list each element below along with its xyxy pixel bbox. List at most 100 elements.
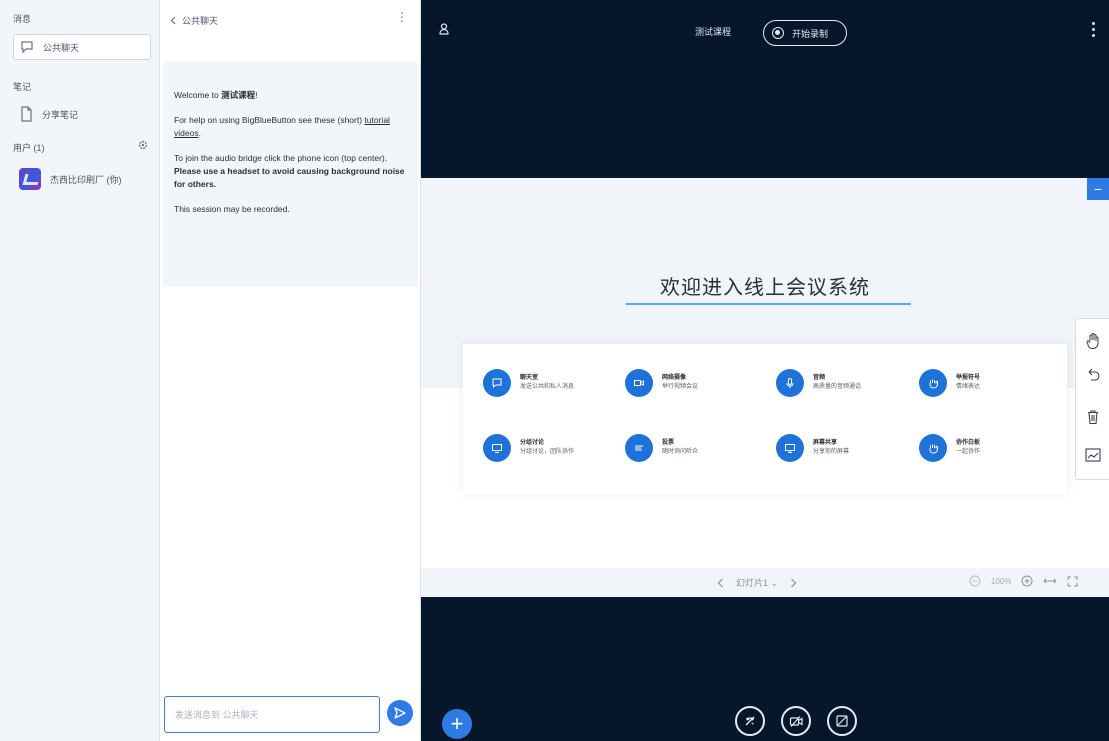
undo-button[interactable] xyxy=(1076,355,1109,395)
feature-title: 分组讨论 xyxy=(520,440,545,446)
feature-title: 聊天室 xyxy=(520,375,539,381)
feature-text: 网络摄像举行视频会议 xyxy=(662,374,698,392)
record-icon xyxy=(772,27,784,39)
hand-feature-icon xyxy=(919,369,947,397)
feature-item: 屏幕共享分享你的屏幕 xyxy=(776,434,849,462)
chat-back-button[interactable]: 公共聊天 xyxy=(170,14,218,27)
welcome-line: Welcome to 测试课程! xyxy=(174,89,406,102)
chat-header: 公共聊天 ⋮ xyxy=(160,0,421,46)
meeting-title: 测试课程 xyxy=(695,27,732,37)
audio-text: To join the audio bridge click the phone… xyxy=(174,153,388,163)
feature-item: 投票 随时询问听众 xyxy=(625,434,698,462)
multi-user-whiteboard-button[interactable] xyxy=(1076,435,1109,475)
screenshare-feature-icon xyxy=(776,434,804,462)
microphone-feature-icon xyxy=(776,369,804,397)
feature-text: 协作白板 一起协作 xyxy=(956,439,980,457)
phone-off-icon xyxy=(745,716,755,726)
screenshare-off-icon xyxy=(836,715,848,727)
feature-item: 网络摄像举行视频会议 xyxy=(625,369,698,397)
chevron-left-icon xyxy=(170,16,176,25)
feature-title: 屏幕共享 xyxy=(813,440,838,446)
avatar xyxy=(19,168,41,190)
feature-title: 协作白板 xyxy=(956,440,981,446)
zoom-controls: 100% xyxy=(969,575,1078,587)
fullscreen-icon[interactable] xyxy=(1067,576,1078,587)
messages-section-title: 消息 xyxy=(13,14,32,24)
join-audio-button[interactable] xyxy=(735,706,765,736)
feature-text: 屏幕共享分享你的屏幕 xyxy=(813,439,849,457)
welcome-suffix: ! xyxy=(255,90,258,100)
record-label: 开始录制 xyxy=(792,28,829,39)
user-list-toggle-icon[interactable] xyxy=(439,23,449,35)
notes-file-icon xyxy=(21,106,32,122)
slide-selector[interactable]: 幻灯片1 ⌄ xyxy=(736,576,778,589)
presentation-toolbar: 幻灯片1 ⌄ 100% xyxy=(421,568,1109,597)
zoom-in-icon[interactable] xyxy=(1021,575,1033,587)
users-section-title: 用户 (1) xyxy=(13,143,45,153)
user-item[interactable]: 杰西比印刷厂 (你) xyxy=(13,166,151,192)
zoom-out-icon[interactable] xyxy=(969,575,981,587)
breakout-feature-icon xyxy=(483,434,511,462)
welcome-prefix: Welcome to xyxy=(174,90,222,100)
whiteboard-feature-icon xyxy=(919,434,947,462)
public-chat-item[interactable]: 公共聊天 xyxy=(13,34,151,60)
send-message-button[interactable] xyxy=(387,700,413,726)
presentation-stage: 测试课程 开始录制 欢迎进入线上会议系统 聊天室发送公共和私人消息 网络摄像举行… xyxy=(421,0,1109,741)
chat-options-menu-icon[interactable]: ⋮ xyxy=(396,11,408,23)
audio-line: To join the audio bridge click the phone… xyxy=(174,152,406,191)
user-list-panel: 消息 公共聊天 笔记 分享笔记 用户 (1) 杰西比印刷厂 (你) xyxy=(0,0,160,741)
options-menu-icon[interactable] xyxy=(1092,22,1096,37)
feature-desc: 一起协作 xyxy=(956,449,981,455)
shared-notes-item[interactable]: 分享笔记 xyxy=(13,101,151,127)
next-slide-icon[interactable] xyxy=(790,578,797,588)
share-screen-button[interactable] xyxy=(827,706,857,736)
public-chat-label: 公共聊天 xyxy=(43,42,80,53)
start-recording-button[interactable]: 开始录制 xyxy=(763,20,847,46)
chat-welcome-message: Welcome to 测试课程! For help on using BigBl… xyxy=(163,61,418,287)
feature-item: 聊天室发送公共和私人消息 xyxy=(483,369,574,397)
feature-desc: 分享你的屏幕 xyxy=(813,449,850,455)
feature-title: 网络摄像 xyxy=(662,375,687,381)
webcam-feature-icon xyxy=(625,369,653,397)
minimize-presentation-button[interactable]: − xyxy=(1087,178,1109,200)
webcam-off-icon xyxy=(789,715,803,727)
actions-plus-button[interactable]: + xyxy=(442,709,472,739)
feature-desc: 高质量的音频通话 xyxy=(813,384,862,390)
chevron-down-icon: ⌄ xyxy=(770,578,779,588)
feature-desc: 发送公共和私人消息 xyxy=(520,384,575,390)
share-webcam-button[interactable] xyxy=(781,706,811,736)
help-line: For help on using BigBlueButton see thes… xyxy=(174,114,406,140)
fit-width-icon[interactable] xyxy=(1043,577,1057,585)
slide-title: 欢迎进入线上会议系统 xyxy=(660,275,870,299)
previous-slide-icon[interactable] xyxy=(717,578,724,588)
feature-item: 协作白板 一起协作 xyxy=(919,434,980,462)
chat-message-input[interactable] xyxy=(165,697,379,732)
feature-text: 投票 随时询问听众 xyxy=(662,439,698,457)
slide-navigation: 幻灯片1 ⌄ xyxy=(717,576,797,589)
help-text-end: . xyxy=(198,128,201,138)
feature-text: 音频 高质量的音频通话 xyxy=(813,374,861,392)
recorded-line: This session may be recorded. xyxy=(174,204,290,214)
slide-selector-label: 幻灯片1 xyxy=(736,578,769,588)
feature-item: 分组讨论分组讨论，团队协作 xyxy=(483,434,574,462)
feature-desc: 随时询问听众 xyxy=(662,449,699,455)
feature-desc: 举行视频会议 xyxy=(662,384,699,390)
feature-text: 聊天室发送公共和私人消息 xyxy=(520,374,574,392)
feature-text: 举报符号 情绪表达 xyxy=(956,374,980,392)
slide-title-underline xyxy=(626,303,911,305)
feature-text: 分组讨论分组讨论，团队协作 xyxy=(520,439,574,457)
minus-icon: − xyxy=(1093,181,1103,197)
poll-feature-icon xyxy=(625,434,653,462)
users-settings-gear-icon[interactable] xyxy=(138,140,148,150)
chat-bubble-icon xyxy=(21,41,33,54)
headset-warning: Please use a headset to avoid causing ba… xyxy=(174,166,405,189)
feature-item: 音频 高质量的音频通话 xyxy=(776,369,861,397)
undo-icon xyxy=(1088,368,1100,381)
feature-card: 聊天室发送公共和私人消息 网络摄像举行视频会议 音频 高质量的音频通话 举报符号情… xyxy=(463,344,1067,494)
clear-all-button[interactable] xyxy=(1076,397,1109,437)
feature-title: 举报符号 xyxy=(956,375,981,381)
chat-input-container xyxy=(164,696,380,733)
help-text: For help on using BigBlueButton see thes… xyxy=(174,115,365,125)
feature-desc: 分组讨论，团队协作 xyxy=(520,449,575,455)
hand-icon xyxy=(1086,333,1099,350)
